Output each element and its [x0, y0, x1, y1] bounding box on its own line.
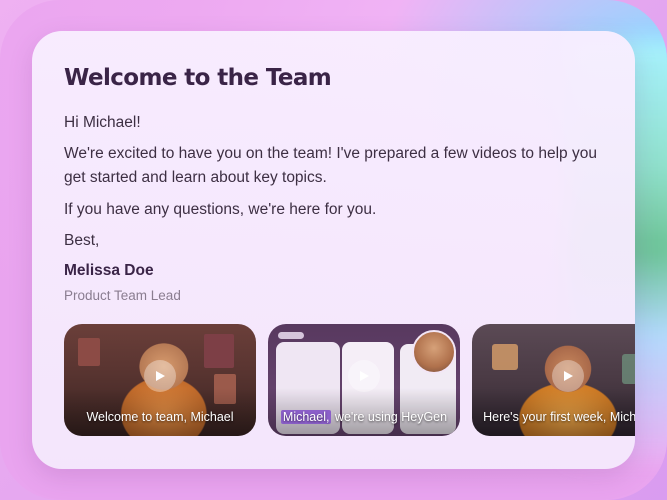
video-scene-detail: [204, 334, 234, 368]
play-icon[interactable]: [348, 360, 380, 392]
video-caption: Michael, we're using HeyGen: [268, 410, 460, 424]
video-scene-detail: [492, 344, 518, 370]
video-carousel[interactable]: Welcome to team, Michael Michael, we're …: [64, 324, 635, 436]
video-caption: Welcome to team, Michael: [86, 410, 234, 424]
video-scene-detail: [622, 354, 635, 384]
presenter-avatar: [412, 330, 456, 374]
play-icon[interactable]: [552, 360, 584, 392]
caption-highlight: Michael,: [280, 410, 332, 424]
video-caption: Here's your first week, Michael: [483, 410, 635, 424]
video-card-heygen[interactable]: Michael, we're using HeyGen: [268, 324, 460, 436]
caption-rest: we're using HeyGen: [331, 410, 448, 424]
play-icon[interactable]: [144, 360, 176, 392]
sender-role: Product Team Lead: [64, 288, 181, 303]
background-frame: Welcome to the Team Hi Michael! We're ex…: [0, 0, 667, 500]
greeting-text: Hi Michael!: [64, 114, 141, 131]
support-paragraph: If you have any questions, we're here fo…: [64, 201, 377, 218]
sender-name: Melissa Doe: [64, 262, 154, 279]
video-card-first-week[interactable]: Here's your first week, Michael: [472, 324, 635, 436]
intro-paragraph: We're excited to have you on the team! I…: [64, 145, 597, 186]
welcome-card: Welcome to the Team Hi Michael! We're ex…: [32, 31, 635, 469]
closing-text: Best,: [64, 232, 100, 249]
ui-preview-tag: [278, 332, 304, 339]
page-title: Welcome to the Team: [64, 65, 332, 91]
video-card-welcome[interactable]: Welcome to team, Michael: [64, 324, 256, 436]
video-scene-detail: [78, 338, 100, 366]
